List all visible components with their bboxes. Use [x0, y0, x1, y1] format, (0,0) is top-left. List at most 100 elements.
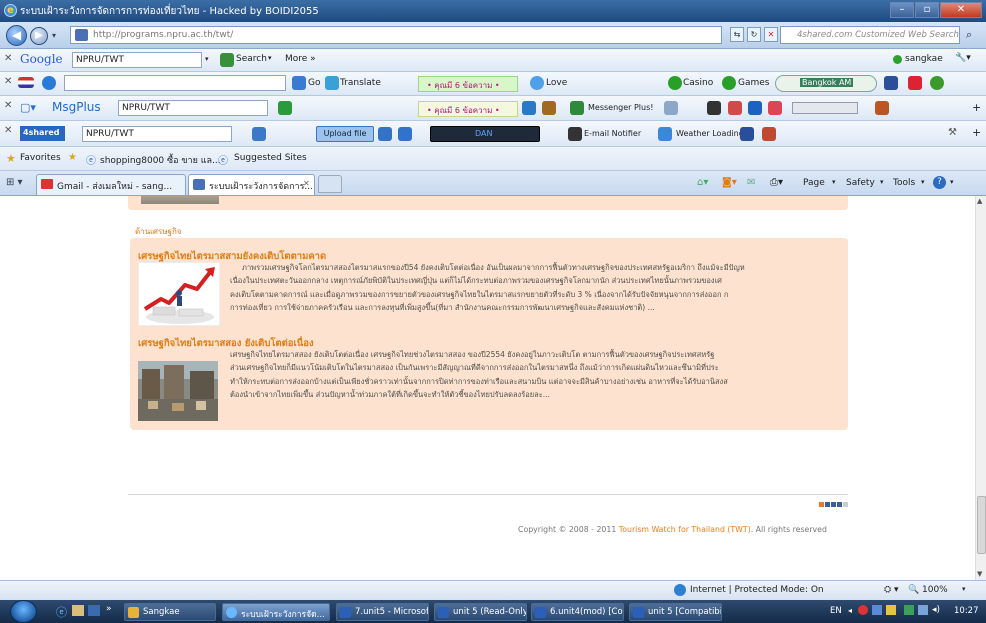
minimize-button[interactable]: – — [890, 2, 914, 18]
tray-app-icon[interactable] — [858, 605, 868, 615]
close-button[interactable]: ✕ — [940, 2, 982, 18]
language-indicator[interactable]: EN — [830, 606, 842, 616]
page-menu[interactable]: Page — [803, 178, 825, 188]
message-ticker[interactable]: • คุณมี 6 ข้อความ • — [418, 76, 518, 92]
games-button[interactable]: Games — [738, 78, 769, 88]
translate-button[interactable]: Translate — [340, 78, 381, 88]
toolbar-add-icon[interactable]: + — [972, 101, 981, 114]
url-field[interactable]: http://programs.npru.ac.th/twt/ — [70, 26, 722, 44]
tray-back-icon[interactable]: ◂ — [848, 606, 852, 615]
favorites-button[interactable]: Favorites — [20, 153, 61, 163]
wrench-icon[interactable]: ⚒ — [948, 127, 957, 138]
toolbar-button-icon-2[interactable] — [707, 101, 721, 115]
tools-menu[interactable]: Tools — [893, 178, 915, 188]
taskbar-item-word-2[interactable]: unit 5 (Read-Only)... — [434, 603, 527, 621]
power-icon[interactable] — [930, 76, 944, 90]
dan-player[interactable]: DAN — [430, 126, 540, 142]
tab-gmail[interactable]: Gmail - ส่งเมลใหม่ - sang... — [36, 174, 186, 195]
scroll-down-icon[interactable]: ▼ — [977, 570, 982, 578]
toolbar-button-icon-4[interactable] — [875, 101, 889, 115]
msgplus-tool-icon[interactable] — [522, 101, 536, 115]
volume-icon[interactable]: ◂) — [932, 605, 940, 615]
msgplus-logo[interactable]: MsgPlus — [52, 100, 101, 114]
print-icon[interactable]: ⎙▾ — [770, 177, 783, 188]
taskbar-item-word-3[interactable]: 6.unit4(mod) [Co... — [531, 603, 624, 621]
taskbar-item-word-4[interactable]: unit 5 [Compatibil... — [629, 603, 722, 621]
quick-tabs-icon[interactable]: ⊞ ▾ — [6, 177, 23, 188]
toolbar-logo-icon[interactable] — [42, 76, 56, 90]
flag-icon[interactable] — [18, 77, 34, 88]
scroll-thumb[interactable] — [977, 496, 986, 554]
help-chevron-icon[interactable]: ▾ — [950, 178, 954, 186]
toolbar-button-icon-5[interactable] — [740, 127, 754, 141]
messenger-plus-button[interactable]: Messenger Plus! — [588, 103, 653, 112]
maximize-button[interactable]: ▫ — [915, 2, 939, 18]
scroll-up-icon[interactable]: ▲ — [977, 197, 982, 205]
fourshared-logo[interactable]: 4shared — [20, 126, 65, 141]
youtube-icon[interactable] — [908, 76, 922, 90]
fourshared-search-input[interactable]: NPRU/TWT — [82, 126, 232, 142]
quicklaunch-more-icon[interactable]: » — [106, 604, 112, 614]
history-dropdown-icon[interactable]: ▾ — [52, 31, 56, 40]
toolbar-button-icon-3[interactable] — [728, 101, 742, 115]
dropdown-icon[interactable]: ▾ — [205, 55, 209, 63]
msgplus-search-input[interactable]: NPRU/TWT — [118, 100, 268, 116]
safety-menu[interactable]: Safety — [846, 178, 875, 188]
desktop-quicklaunch-icon[interactable] — [88, 605, 100, 616]
taskbar-item-word-1[interactable]: 7.unit5 - Microsof... — [336, 603, 429, 621]
tray-network-icon[interactable] — [872, 605, 882, 615]
article-image-chart[interactable] — [138, 262, 220, 326]
stop-icon[interactable]: ✕ — [764, 27, 778, 42]
email-notifier-button[interactable]: E-mail Notifier — [584, 129, 641, 138]
forward-button[interactable]: ▶ — [30, 27, 48, 45]
user-name[interactable]: sangkae — [905, 54, 943, 64]
youtube-icon-2[interactable] — [768, 101, 782, 115]
close-toolbar-icon[interactable]: ✕ — [4, 76, 12, 87]
suggested-sites-link[interactable]: Suggested Sites — [234, 153, 307, 163]
start-button[interactable] — [10, 600, 37, 623]
facebook-icon[interactable] — [884, 76, 898, 90]
search-field[interactable]: 4shared.com Customized Web Search — [780, 26, 960, 44]
zoom-chevron-icon[interactable]: ▾ — [962, 585, 966, 593]
tray-monitor-icon[interactable] — [918, 605, 928, 615]
compatibility-icon[interactable]: ⇆ — [730, 27, 744, 42]
vertical-scrollbar[interactable]: ▲ ▼ — [975, 196, 986, 580]
msgplus-go-icon[interactable] — [278, 101, 292, 115]
taskbar-item-browser[interactable]: ระบบเฝ้าระวังการจัด... — [222, 603, 330, 621]
tab-twt[interactable]: ระบบเฝ้าระวังการจัดการ... ✕ — [188, 174, 315, 195]
taskbar-item-sangkae[interactable]: Sangkae — [124, 603, 216, 621]
love-button[interactable]: Love — [546, 78, 567, 88]
casino-button[interactable]: Casino — [683, 78, 713, 88]
add-favorite-icon[interactable]: ★ — [68, 152, 77, 163]
search-icon[interactable]: ⌕ — [966, 28, 972, 42]
close-tab-icon[interactable]: ✕ — [303, 179, 310, 188]
upload-file-button[interactable]: Upload file — [316, 126, 374, 142]
protected-mode-icon[interactable]: ⛭ ▾ — [884, 585, 899, 595]
new-tab-button[interactable] — [318, 175, 342, 193]
help-icon[interactable]: ? — [933, 176, 946, 189]
toolbar-button-icon-6[interactable] — [762, 127, 776, 141]
mail-icon[interactable]: ✉ — [747, 177, 755, 188]
favorite-link-shopping[interactable]: shopping8000 ซื้อ ขาย แล... — [100, 153, 221, 167]
back-button[interactable]: ◀ — [6, 25, 27, 46]
more-button[interactable]: More » — [285, 54, 316, 64]
toolbar-button-icon[interactable] — [664, 101, 678, 115]
security-zone[interactable]: Internet | Protected Mode: On — [690, 585, 824, 595]
ie-quicklaunch-icon[interactable]: ⓔ — [56, 604, 67, 620]
refresh-icon[interactable]: ↻ — [747, 27, 761, 42]
fourshared-search-icon[interactable] — [252, 127, 266, 141]
toolbar-search-input[interactable] — [64, 75, 286, 91]
radio-widget[interactable]: Bangkok AM — [775, 75, 877, 92]
facebook-icon-2[interactable] — [748, 101, 762, 115]
go-button[interactable]: Go — [308, 78, 320, 88]
share-icon-2[interactable] — [398, 127, 412, 141]
google-search-input[interactable]: NPRU/TWT — [72, 52, 202, 68]
twt-link[interactable]: Tourism Watch for Thailand (TWT) — [619, 525, 751, 534]
tray-msn-icon[interactable] — [904, 605, 914, 615]
clock[interactable]: 10:27 — [954, 606, 979, 616]
share-icon[interactable] — [378, 127, 392, 141]
tray-shield-icon[interactable] — [886, 605, 896, 615]
message-ticker-2[interactable]: • คุณมี 6 ข้อความ • — [418, 101, 518, 117]
close-toolbar-icon[interactable]: ✕ — [4, 53, 12, 64]
toolbar-add-icon-2[interactable]: + — [972, 126, 981, 139]
